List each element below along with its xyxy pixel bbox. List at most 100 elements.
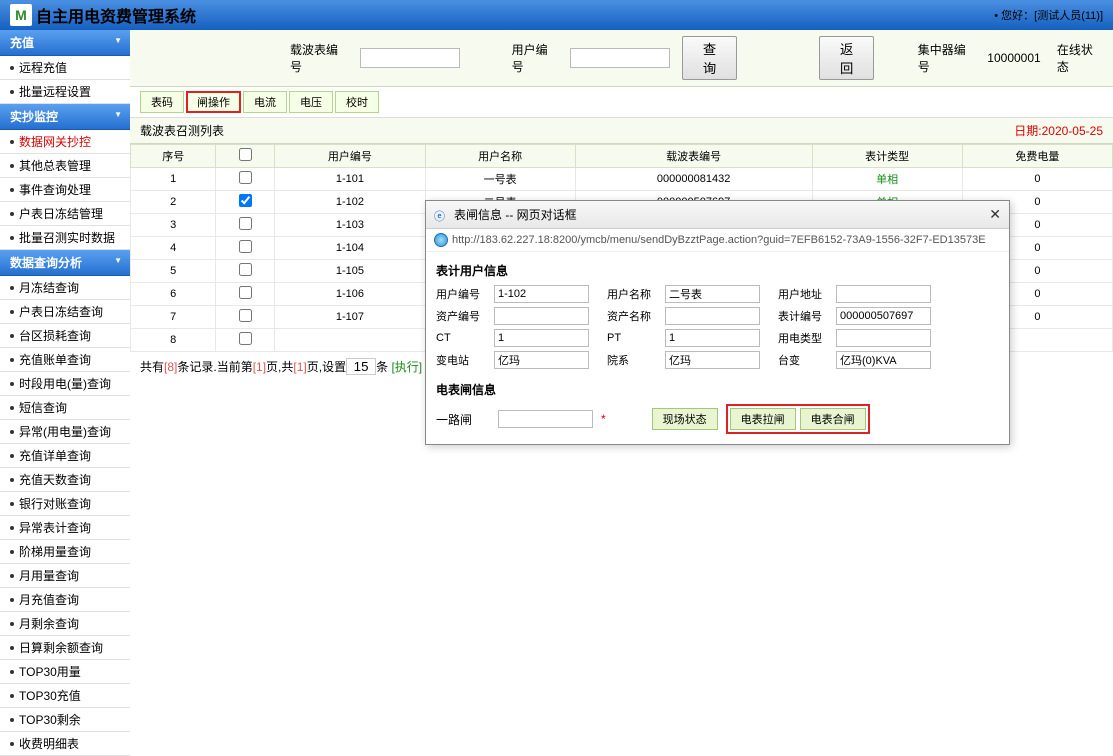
execute-button[interactable]: [执行] [391,360,422,374]
return-button[interactable]: 返回 [819,36,875,80]
section-userinfo: 表计用户信息 [436,262,999,279]
dialog-title: 表闸信息 -- 网页对话框 [454,206,577,223]
row-checkbox[interactable] [239,286,252,299]
label-ct: CT [436,332,490,344]
row-checkbox[interactable] [239,240,252,253]
tab[interactable]: 电流 [243,91,287,113]
sidebar-item[interactable]: 异常表计查询 [0,516,130,540]
status-button[interactable]: 现场状态 [652,408,718,430]
sidebar-section-charge[interactable]: 充值 [0,30,130,56]
sidebar-item[interactable]: 充值账单查询 [0,348,130,372]
select-all-checkbox[interactable] [239,148,252,161]
sidebar-item[interactable]: 银行对账查询 [0,492,130,516]
input-trans[interactable] [836,351,931,369]
paging-count: [8] [164,360,177,374]
label-line: 院系 [607,352,661,368]
input-asset-no[interactable] [494,307,589,325]
required-mark: * [601,412,606,426]
paging-text: 共有 [140,360,164,374]
sidebar-item[interactable]: TOP30剩余 [0,708,130,732]
tab-bar: 表码闸操作电流电压校时 [130,87,1113,118]
label-user-name: 用户名称 [607,286,661,302]
row-checkbox[interactable] [239,171,252,184]
label-asset-no: 资产编号 [436,308,490,324]
sidebar-item[interactable]: 日算剩余额查询 [0,636,130,660]
input-user-no[interactable] [494,285,589,303]
sidebar-item[interactable]: TOP30充值 [0,684,130,708]
input-station[interactable] [494,351,589,369]
meter-no-input[interactable] [360,48,460,68]
filter-label-user: 用户编号 [512,41,558,75]
paging-text: 条记录.当前第 [177,360,252,374]
input-meter-no[interactable] [836,307,931,325]
paging-text: 页,共 [266,360,293,374]
sidebar-item[interactable]: 时段用电(量)查询 [0,372,130,396]
input-elec-type[interactable] [836,329,931,347]
sidebar-item[interactable]: 收费明细表 [0,732,130,756]
sidebar-item[interactable]: 台区损耗查询 [0,324,130,348]
sidebar-item[interactable]: 远程充值 [0,56,130,80]
sidebar-item[interactable]: 其他总表管理 [0,154,130,178]
paging-cur: [1] [253,360,266,374]
user-no-input[interactable] [570,48,670,68]
column-header: 载波表编号 [575,145,812,168]
grid-date: 日期:2020-05-25 [1014,122,1103,139]
column-header: 用户名称 [425,145,575,168]
sidebar-item[interactable]: 充值天数查询 [0,468,130,492]
close-switch-button[interactable]: 电表合闸 [800,408,866,430]
sidebar-item[interactable]: 月冻结查询 [0,276,130,300]
sidebar-item[interactable]: 充值详单查询 [0,444,130,468]
switch-label: 一路闸 [436,411,490,428]
filter-bar: 载波表编号 用户编号 查询 返回 集中器编号 10000001 在线状态 [130,30,1113,87]
row-checkbox[interactable] [239,194,252,207]
sidebar-item[interactable]: 事件查询处理 [0,178,130,202]
tab[interactable]: 闸操作 [186,91,241,113]
query-button[interactable]: 查询 [682,36,738,80]
filter-label-status: 在线状态 [1057,41,1103,75]
tab[interactable]: 电压 [289,91,333,113]
grid-title: 载波表召测列表 [140,122,224,139]
sidebar-item[interactable]: 户表日冻结查询 [0,300,130,324]
globe-icon [434,233,448,247]
sidebar-item[interactable]: 户表日冻结管理 [0,202,130,226]
paging-text: 页,设置 [307,360,346,374]
sidebar-section-query[interactable]: 数据查询分析 [0,250,130,276]
tab[interactable]: 表码 [140,91,184,113]
table-row[interactable]: 11-101一号表000000081432单相0 [131,168,1113,191]
label-meter-no: 表计编号 [778,308,832,324]
row-checkbox[interactable] [239,309,252,322]
filter-label-meter: 载波表编号 [290,41,348,75]
sidebar-item[interactable]: 批量远程设置 [0,80,130,104]
row-checkbox[interactable] [239,217,252,230]
sidebar-item[interactable]: 月剩余查询 [0,612,130,636]
tab[interactable]: 校时 [335,91,379,113]
open-switch-button[interactable]: 电表拉闸 [730,408,796,430]
column-header: 免费电量 [962,145,1112,168]
sidebar-item[interactable]: 异常(用电量)查询 [0,420,130,444]
sidebar-section-monitor[interactable]: 实抄监控 [0,104,130,130]
input-pt[interactable] [665,329,760,347]
label-trans: 台变 [778,352,832,368]
row-checkbox[interactable] [239,332,252,345]
label-station: 变电站 [436,352,490,368]
sidebar-item[interactable]: 数据网关抄控 [0,130,130,154]
row-checkbox[interactable] [239,263,252,276]
sidebar-item[interactable]: TOP30用量 [0,660,130,684]
input-line[interactable] [665,351,760,369]
switch-buttons-highlight: 电表拉闸 电表合闸 [726,404,870,434]
sidebar-item[interactable]: 月充值查询 [0,588,130,612]
input-user-addr[interactable] [836,285,931,303]
pagesize-input[interactable] [346,358,376,375]
input-ct[interactable] [494,329,589,347]
section-switch: 电表闸信息 [436,381,999,398]
close-icon[interactable]: ✕ [989,206,1001,223]
sidebar-item[interactable]: 阶梯用量查询 [0,540,130,564]
input-asset-name[interactable] [665,307,760,325]
logo-icon: M [10,4,32,26]
input-user-name[interactable] [665,285,760,303]
sidebar-item[interactable]: 短信查询 [0,396,130,420]
switch-input[interactable] [498,410,593,428]
ie-icon: ⓔ [434,208,448,222]
sidebar-item[interactable]: 月用量查询 [0,564,130,588]
sidebar-item[interactable]: 批量召测实时数据 [0,226,130,250]
